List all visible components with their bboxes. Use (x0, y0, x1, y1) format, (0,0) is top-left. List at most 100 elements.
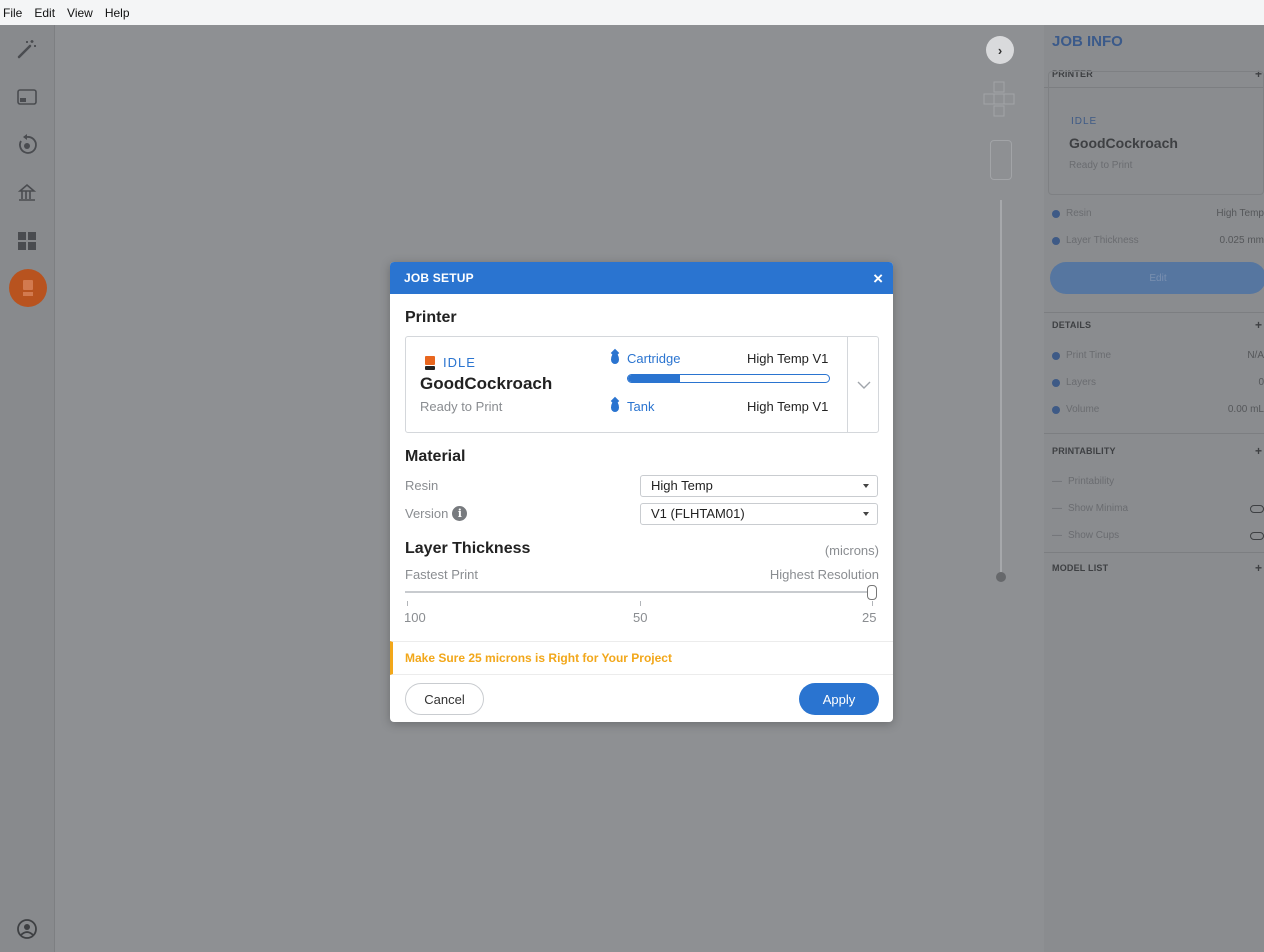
version-label: Version (405, 506, 449, 521)
tick-25 (872, 601, 873, 606)
resin-row: Resin High Temp (1052, 208, 1264, 219)
warning-banner[interactable]: Make Sure 25 microns is Right for Your P… (390, 641, 893, 675)
slider-handle[interactable] (867, 585, 877, 600)
layer-value: 0.025 mm (1219, 235, 1264, 246)
resin-label: Resin (405, 478, 439, 493)
tank-label: Tank (627, 399, 655, 414)
printability-collapse-icon[interactable]: + (1255, 444, 1262, 458)
layers-row: Layers 0 (1052, 377, 1264, 388)
dialog-header: JOB SETUP × (390, 262, 893, 294)
show-minima-label: Show Minima (1068, 503, 1129, 514)
printer-name: GoodCockroach (1069, 135, 1178, 151)
job-info-panel: JOB INFO PRINTER + IDLE GoodCockroach Re… (1044, 25, 1264, 952)
layers-value: 0 (1258, 377, 1264, 388)
show-minima-toggle[interactable] (1250, 504, 1264, 513)
left-toolbar (0, 25, 55, 952)
rotate-icon[interactable] (13, 131, 41, 159)
collapse-panel-button[interactable]: › (986, 36, 1014, 64)
dialog-title: JOB SETUP (404, 271, 474, 285)
material-section-title: Material (405, 448, 466, 465)
cartridge-level-fill (628, 375, 681, 382)
version-select[interactable]: V1 (FLHTAM01) (640, 503, 878, 525)
volume-label: Volume (1066, 404, 1100, 415)
caret-down-icon (863, 512, 869, 516)
printer-sub: Ready to Print (1069, 160, 1133, 171)
clock-icon (1052, 351, 1060, 360)
divider (1044, 433, 1264, 434)
volume-row: Volume 0.00 mL (1052, 404, 1264, 415)
units-label: (microns) (824, 543, 879, 558)
print-time-value: N/A (1247, 350, 1264, 361)
fastest-label: Fastest Print (405, 567, 478, 582)
printer-icon (425, 355, 435, 370)
volume-icon (1052, 405, 1060, 414)
layer-thickness-slider[interactable] (405, 591, 875, 593)
printer-icon[interactable] (9, 269, 47, 307)
tank-label-group: Tank (611, 399, 654, 414)
show-cups-toggle[interactable] (1250, 531, 1264, 540)
menu-bar: File Edit View Help (0, 0, 1264, 25)
printer-card[interactable]: IDLE GoodCockroach Ready to Print (1048, 71, 1264, 195)
details-heading: DETAILS (1052, 320, 1092, 330)
layer-row: Layer Thickness 0.025 mm (1052, 235, 1264, 246)
layers-icon (1052, 378, 1060, 387)
menu-help[interactable]: Help (99, 6, 136, 20)
model-list-heading: MODEL LIST (1052, 563, 1109, 573)
tank-value: High Temp V1 (747, 399, 829, 414)
printer-section-title: Printer (405, 309, 457, 326)
menu-view[interactable]: View (61, 6, 99, 20)
info-icon[interactable]: i (452, 506, 468, 521)
details-collapse-icon[interactable]: + (1255, 318, 1262, 332)
model-list-collapse-icon[interactable]: + (1255, 561, 1262, 575)
menu-file[interactable]: File (0, 6, 28, 20)
layer-icon (1052, 236, 1060, 245)
version-select-value: V1 (FLHTAM01) (651, 506, 745, 521)
resin-value: High Temp (1216, 208, 1264, 219)
printer-status-label: IDLE (443, 355, 476, 370)
print-time-label: Print Time (1066, 350, 1112, 361)
cartridge-value: High Temp V1 (747, 351, 829, 366)
resin-select[interactable]: High Temp (640, 475, 878, 497)
magic-wand-icon[interactable] (13, 35, 41, 63)
view-cube-icon[interactable] (980, 80, 1018, 130)
show-cups-label: Show Cups (1068, 530, 1120, 541)
tick-100 (407, 601, 408, 606)
printability-label: Printability (1068, 476, 1115, 487)
layer-thickness-title: Layer Thickness (405, 540, 531, 557)
cancel-button[interactable]: Cancel (405, 683, 484, 715)
print-time-row: Print Time N/A (1052, 350, 1264, 361)
layer-label: Layer Thickness (1066, 235, 1139, 246)
close-icon[interactable]: × (873, 270, 883, 287)
caret-down-icon (863, 484, 869, 488)
zoom-control[interactable] (990, 140, 1012, 180)
printer-status: IDLE (425, 355, 476, 370)
layer-slider-track[interactable] (1000, 200, 1002, 572)
apply-button[interactable]: Apply (799, 683, 879, 715)
chevron-down-icon[interactable] (847, 337, 879, 432)
printer-status: IDLE (1071, 116, 1098, 127)
layer-slider-knob[interactable] (996, 572, 1006, 582)
monitor-icon[interactable] (13, 83, 41, 111)
layout-icon[interactable] (13, 227, 41, 255)
divider (1044, 312, 1264, 313)
printer-selector[interactable]: IDLE GoodCockroach Ready to Print Cartri… (405, 336, 879, 433)
job-info-title: JOB INFO (1052, 33, 1123, 50)
version-field-label: Version i (405, 506, 468, 521)
tick-label-100: 100 (404, 610, 426, 625)
printability-heading: PRINTABILITY (1052, 446, 1116, 456)
resin-drop-icon (611, 401, 619, 412)
show-cups-row: — Show Cups (1052, 530, 1264, 541)
resin-field-label: Resin (405, 478, 438, 493)
resin-label: Resin (1066, 208, 1092, 219)
resin-select-value: High Temp (651, 478, 713, 493)
supports-icon[interactable] (13, 179, 41, 207)
cartridge-level-bar (627, 374, 830, 383)
show-minima-row: — Show Minima (1052, 503, 1264, 514)
edit-button[interactable]: Edit (1050, 262, 1264, 294)
tick-label-25: 25 (862, 610, 877, 625)
user-icon[interactable] (13, 915, 41, 943)
cartridge-label: Cartridge (627, 351, 681, 366)
layers-label: Layers (1066, 377, 1097, 388)
cartridge-label-group: Cartridge (611, 351, 680, 366)
menu-edit[interactable]: Edit (28, 6, 61, 20)
